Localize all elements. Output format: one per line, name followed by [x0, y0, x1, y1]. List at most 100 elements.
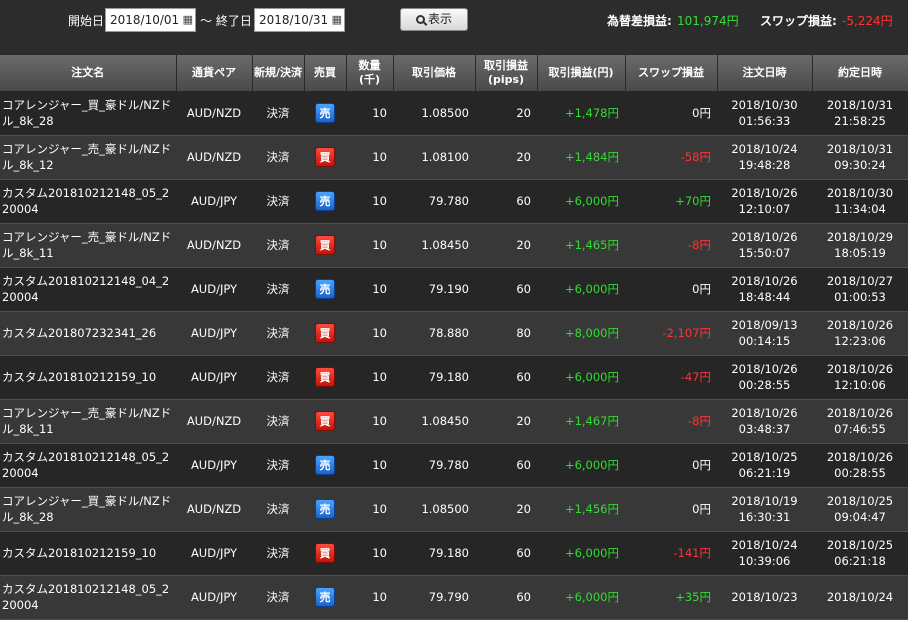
- swap-cell: +70円: [625, 179, 717, 224]
- time-text: 12:10:07: [738, 202, 791, 216]
- date-text: 2018/10/31: [826, 142, 894, 156]
- col-pips-header[interactable]: 取引損益 (pips): [475, 55, 538, 91]
- open-close-cell: 決済: [252, 267, 304, 312]
- col-swap-header[interactable]: スワップ損益: [625, 55, 718, 91]
- calendar-icon[interactable]: ▦: [332, 9, 342, 31]
- end-date-label: ～ 終了日: [200, 14, 252, 28]
- side-cell: 売: [304, 179, 346, 224]
- order-name-cell: カスタム201810212159_10: [0, 355, 176, 400]
- col-pair-header[interactable]: 通貨ペア: [176, 55, 253, 91]
- table-row[interactable]: コアレンジャー_売_豪ドル/NZドル_8k_11 AUD/NZD 決済買 10 1.08…: [0, 399, 908, 444]
- time-text: 01:00:53: [834, 290, 886, 304]
- price-cell: 79.780: [393, 179, 475, 224]
- table-row[interactable]: カスタム201810212159_10 AUD/JPY 決済買 10 79.180 60 +…: [0, 531, 908, 576]
- col-order-name-header[interactable]: 注文名: [0, 55, 177, 91]
- date-text: 2018/10/27: [826, 274, 894, 288]
- exec-datetime-cell: 2018/10/25 06:21:18: [812, 531, 908, 576]
- buy-badge: 買: [315, 543, 335, 563]
- side-cell: 買: [304, 311, 346, 356]
- pl-cell: +1,456円: [537, 487, 625, 532]
- sell-badge: 売: [315, 455, 335, 475]
- date-text: 2018/10/26: [826, 406, 894, 420]
- col-side-header[interactable]: 売買: [304, 55, 347, 91]
- pl-cell: +6,000円: [537, 575, 625, 620]
- end-date-value: 2018/10/31: [259, 13, 329, 27]
- show-button-label: 表示: [427, 12, 452, 26]
- order-datetime-cell: 2018/10/26 12:10:07: [717, 179, 812, 224]
- swap-cell: -141円: [625, 531, 717, 576]
- table-row[interactable]: カスタム201810212159_10 AUD/JPY 決済買 10 79.180 60 +…: [0, 355, 908, 400]
- end-date-input[interactable]: 2018/10/31 ▦: [254, 8, 345, 32]
- time-text: 07:46:55: [834, 422, 886, 436]
- pl-cell: +6,000円: [537, 531, 625, 576]
- price-cell: 1.08500: [393, 91, 475, 136]
- table-header-row: 注文名 通貨ペア 新規/決済 売買 数量 (千) 取引価格 取引損益 (pips) 取引損益(…: [0, 55, 908, 91]
- order-name-cell: コアレンジャー_売_豪ドル/NZドル_8k_12: [0, 135, 176, 180]
- table-row[interactable]: カスタム201810212148_05_220004 AUD/JPY 決済売 10 79…: [0, 575, 908, 620]
- pl-cell: +1,467円: [537, 399, 625, 444]
- order-datetime-cell: 2018/10/30 01:56:33: [717, 91, 812, 136]
- table-row[interactable]: コアレンジャー_売_豪ドル/NZドル_8k_12 AUD/NZD 決済買 10 1.08…: [0, 135, 908, 180]
- show-button[interactable]: 表示: [400, 8, 468, 31]
- start-date-input[interactable]: 2018/10/01 ▦: [105, 8, 196, 32]
- order-name-cell: カスタム201810212148_05_220004: [0, 575, 176, 620]
- open-close-cell: 決済: [252, 531, 304, 576]
- pips-cell: 60: [475, 179, 537, 224]
- date-text: 2018/10/25: [826, 538, 894, 552]
- col-pl-header[interactable]: 取引損益(円): [537, 55, 626, 91]
- time-text: 21:58:25: [834, 113, 886, 128]
- qty-cell: 10: [346, 399, 393, 444]
- table-row[interactable]: コアレンジャー_買_豪ドル/NZドル_8k_28 AUD/NZD 決済売 10 1.08…: [0, 91, 908, 136]
- table-row[interactable]: カスタム201807232341_26 AUD/JPY 決済買 10 78.880 80 +…: [0, 311, 908, 356]
- qty-cell: 10: [346, 91, 393, 136]
- col-price-header[interactable]: 取引価格: [393, 55, 476, 91]
- open-close-cell: 決済: [252, 311, 304, 356]
- date-text: 2018/10/31: [826, 97, 894, 112]
- date-text: 2018/10/25: [826, 494, 894, 508]
- swap-pl-label: スワップ損益:: [760, 14, 837, 28]
- col-exec-time-header[interactable]: 約定日時: [812, 55, 908, 91]
- time-text: 15:50:07: [738, 246, 791, 260]
- swap-cell: -2,107円: [625, 311, 717, 356]
- calendar-icon[interactable]: ▦: [183, 9, 193, 31]
- sell-badge: 売: [315, 102, 335, 123]
- pair-cell: AUD/NZD: [176, 135, 252, 180]
- table-row[interactable]: コアレンジャー_買_豪ドル/NZドル_8k_28 AUD/NZD 決済売 10 1.08…: [0, 487, 908, 532]
- exec-datetime-cell: 2018/10/31 09:30:24: [812, 135, 908, 180]
- col-order-time-header[interactable]: 注文日時: [717, 55, 813, 91]
- search-icon: [415, 15, 425, 24]
- open-close-cell: 決済: [252, 575, 304, 620]
- exec-datetime-cell: 2018/10/26 12:23:06: [812, 311, 908, 356]
- date-text: 2018/10/30: [731, 97, 798, 112]
- table-row[interactable]: カスタム201810212148_04_220004 AUD/JPY 決済売 10 79…: [0, 267, 908, 312]
- table-row[interactable]: コアレンジャー_売_豪ドル/NZドル_8k_11 AUD/NZD 決済買 10 1.08…: [0, 223, 908, 268]
- exec-datetime-cell: 2018/10/31 21:58:25: [812, 91, 908, 136]
- pair-cell: AUD/JPY: [176, 179, 252, 224]
- col-qty-header[interactable]: 数量 (千): [346, 55, 394, 91]
- date-text: 2018/10/29: [826, 230, 894, 244]
- pips-cell: 20: [475, 223, 537, 268]
- date-text: 2018/10/23: [731, 590, 798, 604]
- table-row[interactable]: カスタム201810212148_05_220004 AUD/JPY 決済売 10 79…: [0, 179, 908, 224]
- order-name-cell: カスタム201810212148_05_220004: [0, 179, 176, 224]
- pl-cell: +1,478円: [537, 91, 625, 136]
- sell-badge: 売: [315, 587, 335, 607]
- open-close-cell: 決済: [252, 223, 304, 268]
- date-text: 2018/10/30: [826, 186, 894, 200]
- pl-cell: +6,000円: [537, 355, 625, 400]
- open-close-cell: 決済: [252, 487, 304, 532]
- trade-history-table: 注文名 通貨ペア 新規/決済 売買 数量 (千) 取引価格 取引損益 (pips) 取引損益(…: [0, 55, 908, 620]
- table-row[interactable]: カスタム201810212148_05_220004 AUD/JPY 決済売 10 79…: [0, 443, 908, 488]
- swap-cell: 0円: [625, 443, 717, 488]
- date-text: 2018/09/13: [731, 318, 798, 332]
- order-name-cell: コアレンジャー_買_豪ドル/NZドル_8k_28: [0, 91, 176, 136]
- pips-cell: 20: [475, 91, 537, 136]
- time-text: 01:56:33: [738, 113, 791, 128]
- swap-cell: +35円: [625, 575, 717, 620]
- pair-cell: AUD/JPY: [176, 311, 252, 356]
- side-cell: 買: [304, 399, 346, 444]
- time-text: 06:21:19: [738, 466, 791, 480]
- col-open-close-header[interactable]: 新規/決済: [252, 55, 305, 91]
- pair-cell: AUD/JPY: [176, 575, 252, 620]
- pips-cell: 20: [475, 135, 537, 180]
